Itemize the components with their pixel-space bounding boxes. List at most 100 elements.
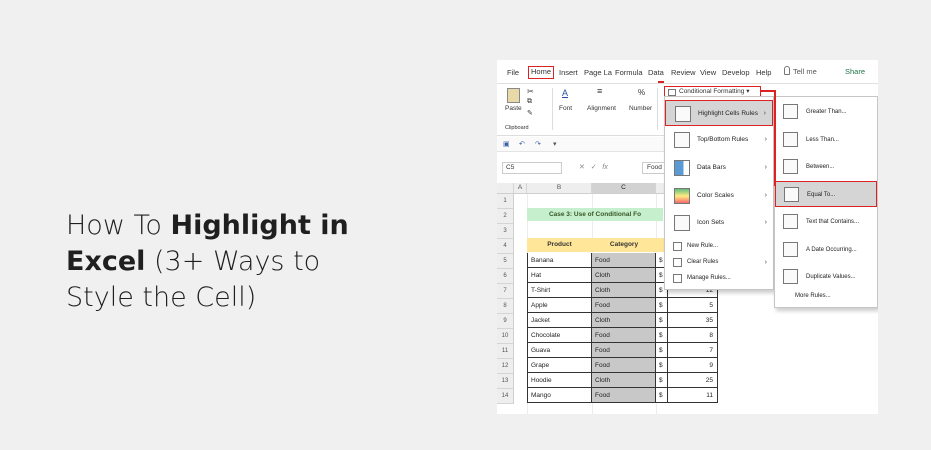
cell-currency[interactable]: $	[656, 298, 668, 313]
row-header[interactable]: 3	[497, 224, 514, 239]
row-header[interactable]: 12	[497, 359, 514, 374]
cell-category[interactable]: Cloth	[592, 283, 656, 298]
column-header-a[interactable]: A	[514, 183, 527, 194]
header-category[interactable]: Category	[592, 238, 656, 252]
menu-item-highlight-cells-rules[interactable]: Highlight Cells Rules ›	[665, 100, 773, 126]
tell-me-search[interactable]: Tell me	[793, 67, 817, 76]
alignment-button[interactable]: Alignment	[587, 105, 616, 112]
tab-developer[interactable]: Develop	[722, 67, 750, 78]
row-header[interactable]: 10	[497, 329, 514, 344]
tab-formulas[interactable]: Formula	[615, 67, 643, 78]
row-header[interactable]: 2	[497, 209, 514, 224]
save-icon[interactable]: ▣	[503, 140, 510, 148]
cell-product[interactable]: Guava	[527, 343, 592, 358]
cell-category[interactable]: Cloth	[592, 268, 656, 283]
cell-amount[interactable]: 9	[668, 358, 718, 373]
cell-product[interactable]: Mango	[527, 388, 592, 403]
tab-help[interactable]: Help	[756, 67, 771, 78]
row-header[interactable]: 5	[497, 254, 514, 269]
cell-currency[interactable]: $	[656, 343, 668, 358]
menu-item-top-bottom-rules[interactable]: Top/Bottom Rules ›	[665, 127, 773, 153]
number-button[interactable]: Number	[629, 105, 652, 112]
manage-rules-icon	[673, 274, 682, 283]
cell-product[interactable]: Hat	[527, 268, 592, 283]
row-header[interactable]: 13	[497, 374, 514, 389]
menu-item-equal-to[interactable]: Equal To...	[775, 181, 877, 207]
menu-item-new-rule[interactable]: New Rule...	[665, 239, 773, 254]
cell-amount[interactable]: 25	[668, 373, 718, 388]
cell-currency[interactable]: $	[656, 358, 668, 373]
column-header-c[interactable]: C	[592, 183, 656, 194]
cell-product[interactable]: T-Shirt	[527, 283, 592, 298]
tab-page-layout[interactable]: Page La	[584, 67, 612, 78]
format-painter-icon[interactable]: ✎	[527, 109, 533, 117]
row-header[interactable]: 8	[497, 299, 514, 314]
menu-item-duplicate-values[interactable]: Duplicate Values...	[775, 264, 877, 290]
row-header[interactable]: 9	[497, 314, 514, 329]
menu-item-more-rules[interactable]: More Rules...	[775, 293, 877, 305]
menu-item-data-bars[interactable]: Data Bars ›	[665, 155, 773, 181]
menu-label: Clear Rules	[687, 259, 719, 265]
header-product[interactable]: Product	[527, 238, 592, 252]
menu-item-less-than[interactable]: Less Than...	[775, 127, 877, 153]
name-box[interactable]: C5	[502, 162, 562, 174]
row-header[interactable]: 11	[497, 344, 514, 359]
row-header[interactable]: 14	[497, 389, 514, 404]
cell-currency[interactable]: $	[656, 328, 668, 343]
cell-product[interactable]: Hoodie	[527, 373, 592, 388]
cell-product[interactable]: Grape	[527, 358, 592, 373]
cell-category[interactable]: Food	[592, 388, 656, 403]
cell-product[interactable]: Apple	[527, 298, 592, 313]
tab-file[interactable]: File	[507, 67, 519, 78]
cancel-icon[interactable]: ✕ ✓ fx	[579, 163, 608, 171]
cell-currency[interactable]: $	[656, 373, 668, 388]
menu-item-clear-rules[interactable]: Clear Rules ›	[665, 255, 773, 270]
cell-category[interactable]: Cloth	[592, 313, 656, 328]
cell-product[interactable]: Banana	[527, 253, 592, 268]
menu-item-date-occurring[interactable]: A Date Occurring...	[775, 237, 877, 263]
conditional-formatting-icon	[668, 89, 676, 96]
select-all-corner[interactable]	[497, 183, 514, 194]
tab-review[interactable]: Review	[671, 67, 696, 78]
tab-view[interactable]: View	[700, 67, 716, 78]
cell-category[interactable]: Food	[592, 328, 656, 343]
row-header[interactable]: 6	[497, 269, 514, 284]
column-header-b[interactable]: B	[527, 183, 592, 194]
tab-insert[interactable]: Insert	[559, 67, 578, 78]
customize-qat-icon[interactable]: ▾	[553, 140, 557, 148]
font-button[interactable]: Font	[559, 105, 572, 112]
menu-item-manage-rules[interactable]: Manage Rules...	[665, 271, 773, 286]
share-button[interactable]: Share	[845, 67, 865, 76]
cell-amount[interactable]: 35	[668, 313, 718, 328]
case-title-cell[interactable]: Case 3: Use of Conditional Fo	[527, 208, 663, 221]
chevron-right-icon: ›	[764, 136, 767, 143]
undo-icon[interactable]: ↶	[519, 140, 525, 148]
cell-amount[interactable]: 8	[668, 328, 718, 343]
cell-product[interactable]: Chocolate	[527, 328, 592, 343]
menu-item-color-scales[interactable]: Color Scales ›	[665, 183, 773, 209]
cell-amount[interactable]: 5	[668, 298, 718, 313]
copy-icon[interactable]: ⧉	[527, 98, 532, 106]
cell-amount[interactable]: 7	[668, 343, 718, 358]
row-header[interactable]: 7	[497, 284, 514, 299]
row-header[interactable]: 1	[497, 194, 514, 209]
cell-amount[interactable]: 11	[668, 388, 718, 403]
cell-category[interactable]: Food	[592, 358, 656, 373]
menu-item-icon-sets[interactable]: Icon Sets ›	[665, 210, 773, 236]
menu-item-text-contains[interactable]: Text that Contains...	[775, 209, 877, 235]
tab-data[interactable]: Data	[648, 67, 664, 78]
menu-item-between[interactable]: Between...	[775, 154, 877, 180]
cell-currency[interactable]: $	[656, 388, 668, 403]
cell-currency[interactable]: $	[656, 313, 668, 328]
menu-item-greater-than[interactable]: Greater Than...	[775, 99, 877, 125]
cut-icon[interactable]: ✂	[527, 87, 534, 96]
cell-category[interactable]: Cloth	[592, 373, 656, 388]
cell-category[interactable]: Food	[592, 298, 656, 313]
row-header[interactable]: 4	[497, 239, 514, 254]
redo-icon[interactable]: ↷	[535, 140, 541, 148]
cell-product[interactable]: Jacket	[527, 313, 592, 328]
cell-category[interactable]: Food	[592, 343, 656, 358]
cell-category[interactable]: Food	[592, 253, 656, 268]
paste-button[interactable]: Paste	[505, 105, 522, 112]
tab-home[interactable]: Home	[528, 66, 555, 79]
